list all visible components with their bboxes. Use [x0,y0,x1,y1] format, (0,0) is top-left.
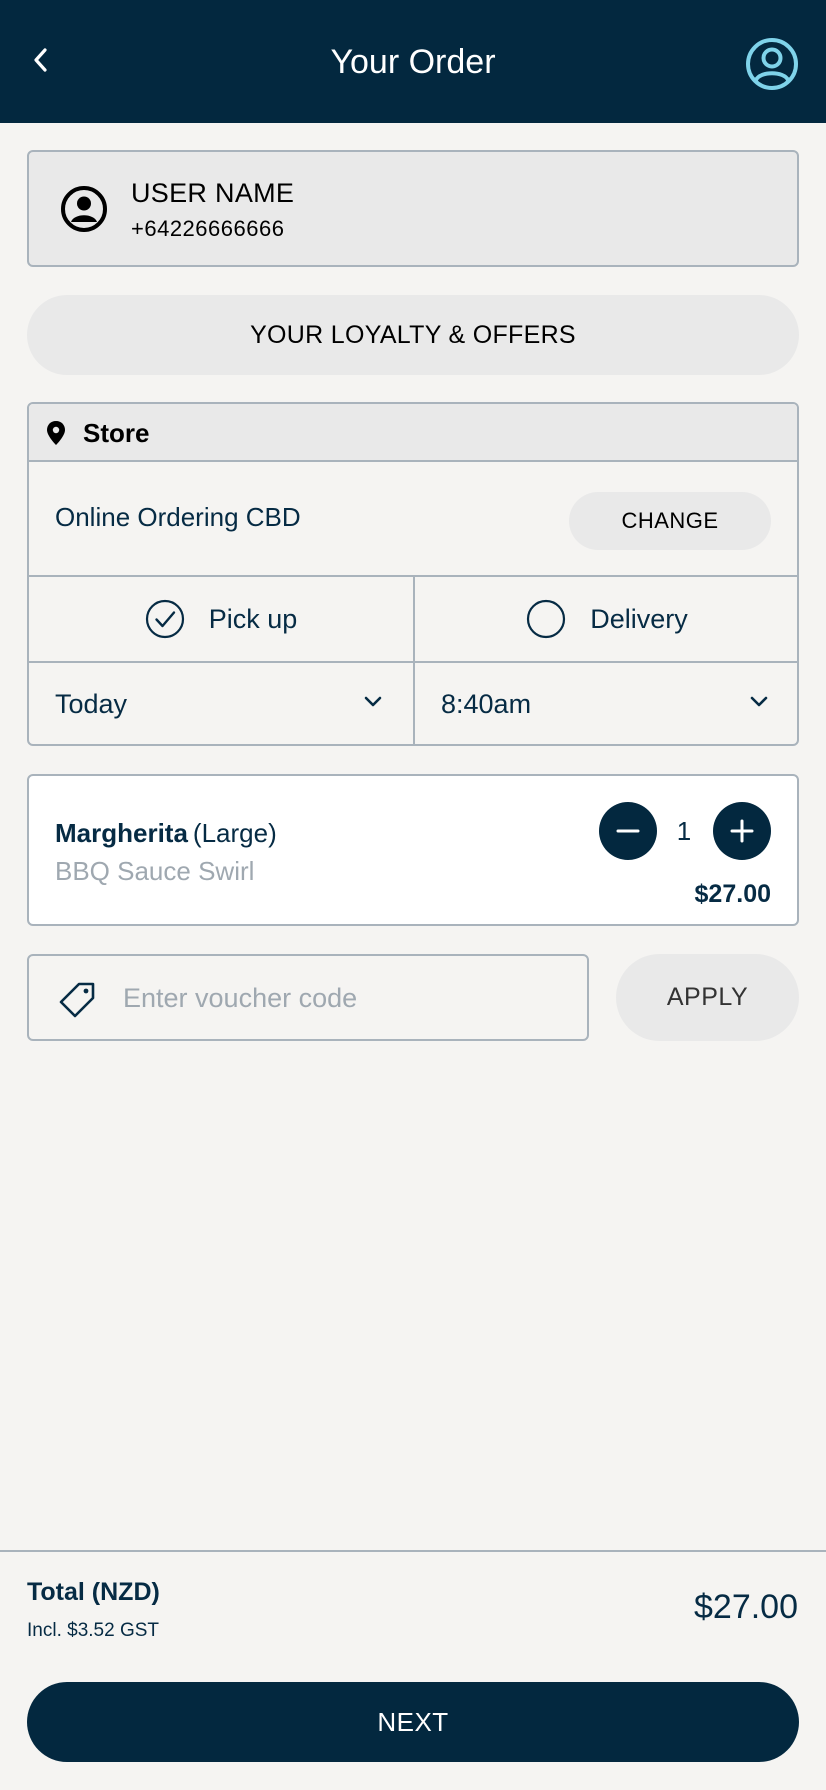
pickup-option[interactable]: Pick up [29,577,415,661]
total-value: $27.00 [694,1588,798,1626]
store-row: Online Ordering CBD CHANGE [29,462,797,577]
loyalty-offers-button[interactable]: YOUR LOYALTY & OFFERS [27,295,799,375]
voucher-input[interactable] [123,974,563,1022]
fulfillment-mode-row: Pick up Delivery [29,577,797,663]
user-circle-icon [746,38,798,90]
chevron-down-icon [750,696,768,707]
delivery-option[interactable]: Delivery [415,577,797,661]
change-store-button[interactable]: CHANGE [569,492,771,550]
user-phone: +64226666666 [131,216,285,241]
radio-empty-icon [527,599,566,639]
schedule-row: Today 8:40am [29,663,797,744]
app-header: Your Order [0,0,826,123]
delivery-label: Delivery [590,603,688,634]
store-name: Online Ordering CBD [55,502,301,532]
store-header: Store [29,404,797,462]
day-select[interactable]: Today [29,663,415,744]
item-quantity: 1 [676,816,692,846]
item-modifier: BBQ Sauce Swirl [55,856,255,886]
footer-divider [0,1550,826,1552]
item-size: (Large) [192,818,277,848]
user-avatar-icon [61,186,107,232]
next-button[interactable]: NEXT [27,1682,799,1762]
time-select-value: 8:40am [441,689,532,719]
user-name: USER NAME [131,178,295,208]
tag-icon [59,982,95,1018]
chevron-down-icon [364,696,382,707]
check-circle-icon [145,599,184,639]
item-name: Margherita [55,818,188,848]
page-title: Your Order [330,43,496,81]
increase-quantity-button[interactable] [713,802,771,860]
voucher-field [27,954,589,1041]
store-panel: Store Online Ordering CBD CHANGE Pick up… [27,402,799,746]
location-pin-icon [47,421,65,445]
gst-note: Incl. $3.52 GST [27,1620,160,1641]
item-title: Margherita (Large) [55,818,277,849]
cart-item[interactable]: Margherita (Large) BBQ Sauce Swirl 1 $27.… [27,774,799,926]
user-card[interactable]: USER NAME +64226666666 [27,150,799,267]
item-price: $27.00 [694,880,771,908]
minus-icon [616,829,640,833]
time-select[interactable]: 8:40am [415,663,797,744]
apply-voucher-button[interactable]: APPLY [616,954,799,1041]
store-section-label: Store [83,418,150,448]
total-label: Total (NZD) [27,1578,160,1606]
decrease-quantity-button[interactable] [599,802,657,860]
pickup-label: Pick up [208,603,298,634]
profile-button[interactable] [744,36,800,92]
plus-icon [730,819,754,843]
day-select-value: Today [55,689,128,719]
